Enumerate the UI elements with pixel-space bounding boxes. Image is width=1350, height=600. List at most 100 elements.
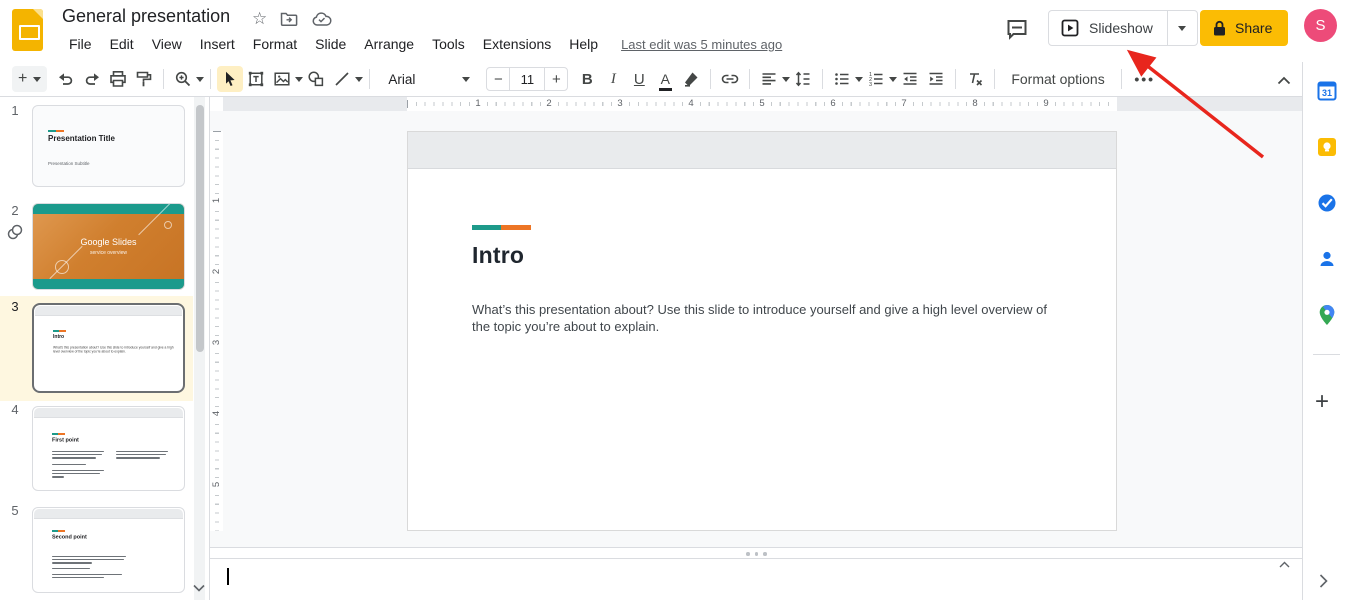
thumb3-body: What’s this presentation about? Use this…	[53, 346, 175, 354]
line-spacing-button[interactable]	[790, 66, 816, 92]
slide-thumbnail-3-selected[interactable]: Intro What’s this presentation about? Us…	[32, 303, 185, 393]
comments-button[interactable]	[1003, 15, 1031, 43]
menu-edit[interactable]: Edit	[103, 34, 141, 55]
insert-shape-button[interactable]	[303, 66, 329, 92]
insert-line-button[interactable]	[329, 66, 363, 92]
italic-button[interactable]: I	[600, 66, 626, 92]
toolbar-separator	[210, 69, 211, 89]
ruler-mark: 3	[615, 98, 624, 109]
link-icon	[5, 222, 25, 242]
paint-format-button[interactable]	[131, 66, 157, 92]
increase-font-size-button[interactable]: +	[544, 67, 568, 91]
slides-app-icon[interactable]	[12, 9, 43, 51]
chevron-down-icon	[1178, 26, 1186, 31]
slide-accent-bar	[472, 225, 531, 230]
google-slides-app: General presentation ☆ File Edit View In…	[0, 0, 1350, 600]
lock-icon	[1212, 20, 1227, 37]
notes-scroll-up-button[interactable]	[1279, 561, 1290, 568]
ruler-mark: 3	[211, 336, 222, 349]
align-button[interactable]	[756, 66, 790, 92]
decrease-font-size-button[interactable]: −	[486, 67, 510, 91]
account-avatar[interactable]: S	[1304, 9, 1337, 42]
increase-indent-button[interactable]	[923, 66, 949, 92]
insert-link-button[interactable]	[717, 66, 743, 92]
slide-filmstrip: 1 Presentation Title Presentation Subtit…	[0, 97, 210, 600]
slide-thumbnail-5[interactable]: Second point	[32, 507, 185, 593]
select-tool-button[interactable]	[217, 66, 243, 92]
undo-button[interactable]	[53, 66, 79, 92]
thumb4-title: First point	[52, 437, 106, 443]
editor-canvas: 1 2 3 4 5 6 7 8 9 1 2 3 4 5 Intro What’s…	[210, 97, 1302, 600]
hide-side-panel-button[interactable]	[1319, 574, 1328, 588]
menu-view[interactable]: View	[145, 34, 189, 55]
cloud-saved-icon[interactable]	[312, 12, 332, 27]
calendar-icon[interactable]: 31	[1316, 80, 1338, 102]
bold-button[interactable]: B	[574, 66, 600, 92]
share-label: Share	[1235, 20, 1272, 36]
menu-help[interactable]: Help	[562, 34, 605, 55]
menu-tools[interactable]: Tools	[425, 34, 472, 55]
thumb2-subtitle: service overview	[71, 250, 147, 256]
slide-body-text[interactable]: What’s this presentation about? Use this…	[472, 301, 1064, 335]
highlight-color-button[interactable]	[678, 66, 704, 92]
speaker-notes-area[interactable]	[210, 559, 1302, 600]
keep-icon[interactable]	[1316, 136, 1338, 158]
ruler-mark: 7	[899, 98, 908, 109]
menu-insert[interactable]: Insert	[193, 34, 242, 55]
ruler-mark: 4	[211, 407, 222, 420]
menu-slide[interactable]: Slide	[308, 34, 353, 55]
slideshow-button[interactable]: Slideshow	[1049, 11, 1167, 45]
underline-button[interactable]: U	[626, 66, 652, 92]
font-family-select[interactable]: Arial	[380, 66, 476, 92]
ruler-mark: 6	[828, 98, 837, 109]
menu-extensions[interactable]: Extensions	[476, 34, 558, 55]
menu-format[interactable]: Format	[246, 34, 304, 55]
menu-arrange[interactable]: Arrange	[357, 34, 421, 55]
collapse-toolbar-button[interactable]	[1272, 68, 1296, 92]
insert-image-button[interactable]	[269, 66, 303, 92]
text-box-button[interactable]	[243, 66, 269, 92]
slideshow-dropdown[interactable]	[1167, 11, 1197, 45]
thumb2-title: Google Slides	[33, 237, 184, 247]
new-slide-button[interactable]: +	[12, 66, 47, 92]
slide-thumbnail-1[interactable]: Presentation Title Presentation Subtitle	[32, 105, 185, 187]
last-edit-link[interactable]: Last edit was 5 minutes ago	[617, 34, 786, 55]
bulleted-list-button[interactable]	[829, 66, 863, 92]
thumb1-title: Presentation Title	[48, 134, 115, 143]
share-button[interactable]: Share	[1200, 10, 1288, 46]
ruler-mark: 4	[686, 98, 695, 109]
notes-resize-handle[interactable]	[210, 547, 1302, 559]
print-button[interactable]	[105, 66, 131, 92]
chevron-down-icon	[196, 77, 204, 82]
zoom-button[interactable]	[170, 66, 204, 92]
slide-thumbnail-2[interactable]: Google Slides service overview	[32, 203, 185, 290]
svg-text:3: 3	[869, 82, 872, 88]
get-addons-button[interactable]: +	[1315, 388, 1329, 416]
document-title[interactable]: General presentation	[62, 6, 230, 27]
menu-file[interactable]: File	[62, 34, 99, 55]
text-color-button[interactable]: A	[652, 66, 678, 92]
star-icon[interactable]: ☆	[252, 9, 267, 29]
clear-formatting-button[interactable]	[962, 66, 988, 92]
more-options-button[interactable]: •••	[1128, 66, 1162, 92]
maps-icon[interactable]	[1316, 304, 1338, 326]
slide-thumbnail-4[interactable]: First point	[32, 406, 185, 491]
filmstrip-scrollbar-thumb[interactable]	[196, 105, 204, 352]
decrease-indent-button[interactable]	[897, 66, 923, 92]
thumb5-title: Second point	[52, 534, 122, 540]
filmstrip-scrollbar[interactable]	[194, 97, 205, 600]
menu-bar: File Edit View Insert Format Slide Arran…	[62, 34, 786, 55]
slide-title-text[interactable]: Intro	[472, 242, 524, 269]
filmstrip-scroll-down-button[interactable]	[189, 578, 209, 598]
redo-button[interactable]	[79, 66, 105, 92]
current-slide[interactable]: Intro What’s this presentation about? Us…	[407, 131, 1117, 531]
font-size-value[interactable]: 11	[510, 67, 544, 91]
toolbar-separator	[822, 69, 823, 89]
chevron-down-icon	[295, 77, 303, 82]
contacts-icon[interactable]	[1316, 248, 1338, 270]
present-icon	[1061, 19, 1079, 37]
numbered-list-button[interactable]: 123	[863, 66, 897, 92]
move-folder-icon[interactable]	[280, 11, 298, 27]
format-options-button[interactable]: Format options	[1001, 71, 1114, 87]
tasks-icon[interactable]	[1316, 192, 1338, 214]
